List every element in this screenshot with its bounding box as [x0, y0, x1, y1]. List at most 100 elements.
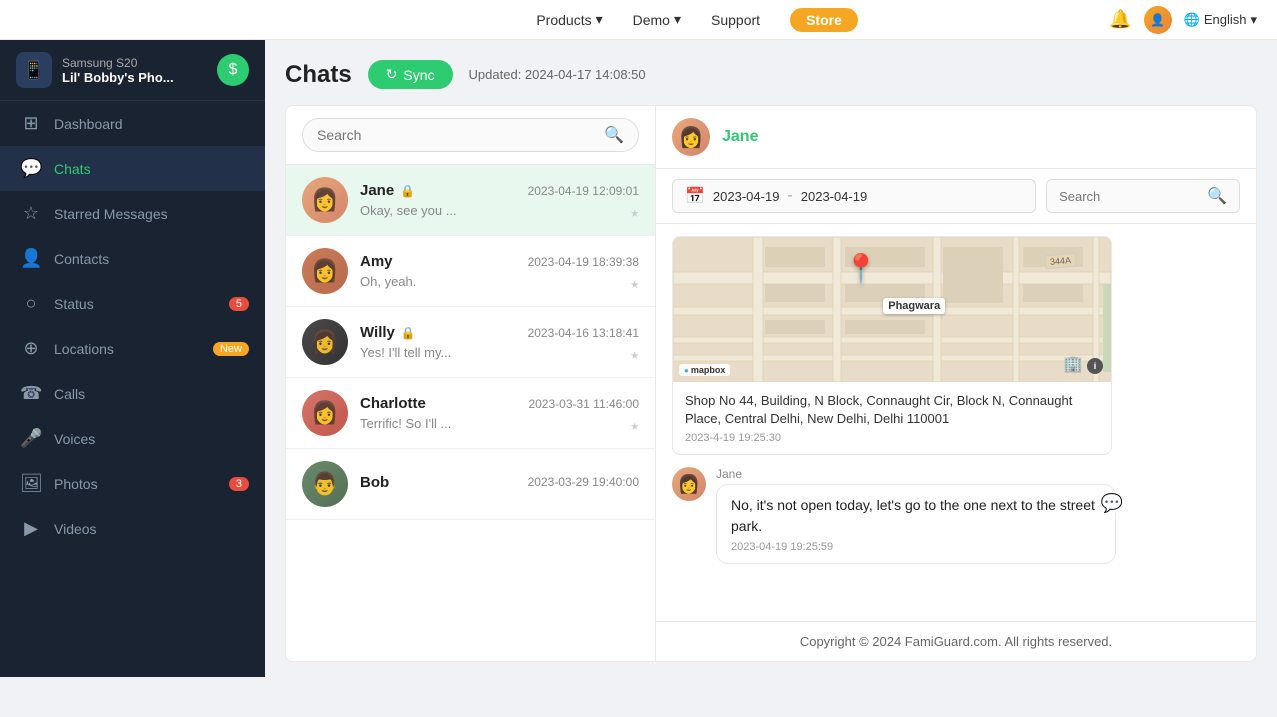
chat-info-charlotte: Charlotte 2023-03-31 11:46:00 Terrific! …	[360, 395, 639, 431]
star-icon: ☆	[20, 203, 42, 224]
map-visual: 📍 Phagwara 344A mapbox 🏢 i	[673, 237, 1111, 382]
chat-item-jane[interactable]: 👩 Jane 🔒 2023-04-19 12:09:01 Okay, see y…	[286, 165, 655, 236]
chat-filter-bar: 📅 2023-04-19 - 2023-04-19 🔍	[656, 169, 1256, 224]
chats-container: 🔍 👩 Jane 🔒 2023-04-19 12:09:01	[285, 105, 1257, 662]
sidebar-item-dashboard[interactable]: ⊞ Dashboard	[0, 101, 265, 146]
calls-icon: ☎	[20, 383, 42, 404]
lock-icon-willy: 🔒	[401, 326, 416, 340]
sidebar-item-label: Photos	[54, 476, 98, 492]
map-pin-marker: 📍	[844, 252, 879, 285]
device-info: Samsung S20 Lil' Bobby's Pho...	[62, 56, 207, 85]
avatar-willy: 👩	[302, 319, 348, 365]
chat-time-willy: 2023-04-16 13:18:41	[528, 326, 639, 340]
message-content-jane: Jane No, it's not open today, let's go t…	[716, 467, 1116, 564]
updated-timestamp: Updated: 2024-04-17 14:08:50	[469, 67, 646, 82]
star-icon-jane: ⭑	[630, 205, 639, 223]
chat-info-jane: Jane 🔒 2023-04-19 12:09:01 Okay, see you…	[360, 182, 639, 218]
chat-time-bob: 2023-03-29 19:40:00	[528, 475, 639, 489]
nav-demo[interactable]: Demo ▾	[633, 11, 681, 28]
chat-name-jane: Jane	[360, 182, 394, 199]
chat-preview-charlotte: Terrific! So I'll ...	[360, 416, 639, 431]
chevron-down-icon: ▾	[1250, 12, 1257, 28]
nav-support[interactable]: Support	[711, 12, 760, 28]
sidebar-item-voices[interactable]: 🎤 Voices	[0, 416, 265, 461]
lock-icon: 🔒	[400, 184, 415, 198]
whatsapp-icon: 💬	[1101, 493, 1123, 514]
globe-icon: 🌐	[1184, 12, 1200, 28]
nav-products[interactable]: Products ▾	[536, 11, 602, 28]
chat-time-jane: 2023-04-19 12:09:01	[528, 184, 639, 198]
status-badge: 5	[229, 297, 249, 311]
dashboard-icon: ⊞	[20, 113, 42, 134]
avatar-jane: 👩	[302, 177, 348, 223]
copyright-text: Copyright © 2024 FamiGuard.com. All righ…	[656, 621, 1256, 661]
sidebar-item-calls[interactable]: ☎ Calls	[0, 371, 265, 416]
nav-center: Products ▾ Demo ▾ Support Store	[285, 8, 1109, 32]
nav-store[interactable]: Store	[790, 8, 858, 32]
sync-button[interactable]: ↻ Sync	[368, 60, 453, 89]
building-icon: 🏢	[1063, 354, 1083, 374]
search-icon: 🔍	[1207, 186, 1227, 206]
voices-icon: 🎤	[20, 428, 42, 449]
sidebar-item-label: Contacts	[54, 251, 109, 267]
status-icon: ○	[20, 293, 42, 314]
chat-detail-header: 👩 Jane	[656, 106, 1256, 169]
sidebar-item-videos[interactable]: ▶ Videos	[0, 506, 265, 551]
avatar-bob: 👨	[302, 461, 348, 507]
sidebar-item-chats[interactable]: 💬 Chats	[0, 146, 265, 191]
sync-icon[interactable]: $	[217, 54, 249, 86]
sidebar-item-label: Starred Messages	[54, 206, 168, 222]
user-avatar[interactable]: 👤	[1144, 6, 1172, 34]
chat-info-willy: Willy 🔒 2023-04-16 13:18:41 Yes! I'll te…	[360, 324, 639, 360]
search-box[interactable]: 🔍	[302, 118, 639, 152]
sidebar-item-contacts[interactable]: 👤 Contacts	[0, 236, 265, 281]
sidebar-item-starred[interactable]: ☆ Starred Messages	[0, 191, 265, 236]
avatar-amy: 👩	[302, 248, 348, 294]
chat-preview-willy: Yes! I'll tell my...	[360, 345, 639, 360]
page-title: Chats	[285, 61, 352, 89]
chat-name-willy: Willy	[360, 324, 395, 341]
notification-bell-icon[interactable]: 🔔	[1109, 9, 1131, 30]
chevron-down-icon: ▾	[674, 11, 681, 28]
chat-item-bob[interactable]: 👨 Bob 2023-03-29 19:40:00	[286, 449, 655, 520]
calendar-icon: 📅	[685, 186, 705, 206]
language-selector[interactable]: 🌐 English ▾	[1184, 12, 1257, 28]
contacts-icon: 👤	[20, 248, 42, 269]
device-header: 📱 Samsung S20 Lil' Bobby's Pho... $	[0, 40, 265, 101]
sidebar-item-label: Dashboard	[54, 116, 123, 132]
chat-messages-area: 📍 Phagwara 344A mapbox 🏢 i Shop No	[656, 224, 1256, 621]
message-text-bubble: No, it's not open today, let's go to the…	[716, 484, 1116, 564]
detail-search-box[interactable]: 🔍	[1046, 179, 1240, 213]
chat-item-amy[interactable]: 👩 Amy 2023-04-19 18:39:38 Oh, yeah. ⭑	[286, 236, 655, 307]
chat-item-willy[interactable]: 👩 Willy 🔒 2023-04-16 13:18:41 Yes! I'll …	[286, 307, 655, 378]
map-address-text: Shop No 44, Building, N Block, Connaught…	[685, 392, 1099, 428]
avatar-charlotte: 👩	[302, 390, 348, 436]
search-icon: 🔍	[604, 125, 624, 145]
chat-info-amy: Amy 2023-04-19 18:39:38 Oh, yeah.	[360, 253, 639, 289]
map-timestamp: 2023-4-19 19:25:30	[685, 432, 1099, 444]
message-bubble-jane: 👩 Jane No, it's not open today, let's go…	[672, 467, 1240, 564]
sidebar-item-label: Videos	[54, 521, 97, 537]
videos-icon: ▶	[20, 518, 42, 539]
locations-new-badge: New	[213, 342, 249, 356]
sidebar-item-photos[interactable]: 🖼 Photos 3	[0, 461, 265, 506]
chat-preview-jane: Okay, see you ...	[360, 203, 639, 218]
date-to: 2023-04-19	[801, 189, 868, 204]
info-marker: i	[1087, 358, 1103, 374]
star-icon-willy: ⭑	[630, 347, 639, 365]
chat-info-bob: Bob 2023-03-29 19:40:00	[360, 474, 639, 495]
top-navigation: Products ▾ Demo ▾ Support Store 🔔 👤 🌐 En…	[0, 0, 1277, 40]
date-range-selector[interactable]: 📅 2023-04-19 - 2023-04-19	[672, 179, 1036, 213]
chat-detail-panel: 👩 Jane 📅 2023-04-19 - 2023-04-19 🔍	[656, 106, 1256, 661]
search-input[interactable]	[317, 127, 596, 143]
mapbox-watermark: mapbox	[679, 364, 730, 376]
nav-right: 🔔 👤 🌐 English ▾	[1109, 6, 1257, 34]
star-icon-charlotte: ⭑	[630, 418, 639, 436]
sidebar-item-locations[interactable]: ⊕ Locations New	[0, 326, 265, 371]
sync-rotate-icon: ↻	[386, 66, 398, 83]
detail-search-input[interactable]	[1059, 189, 1199, 204]
sidebar-item-label: Status	[54, 296, 94, 312]
message-avatar-jane: 👩	[672, 467, 706, 501]
chat-item-charlotte[interactable]: 👩 Charlotte 2023-03-31 11:46:00 Terrific…	[286, 378, 655, 449]
sidebar-item-status[interactable]: ○ Status 5	[0, 281, 265, 326]
